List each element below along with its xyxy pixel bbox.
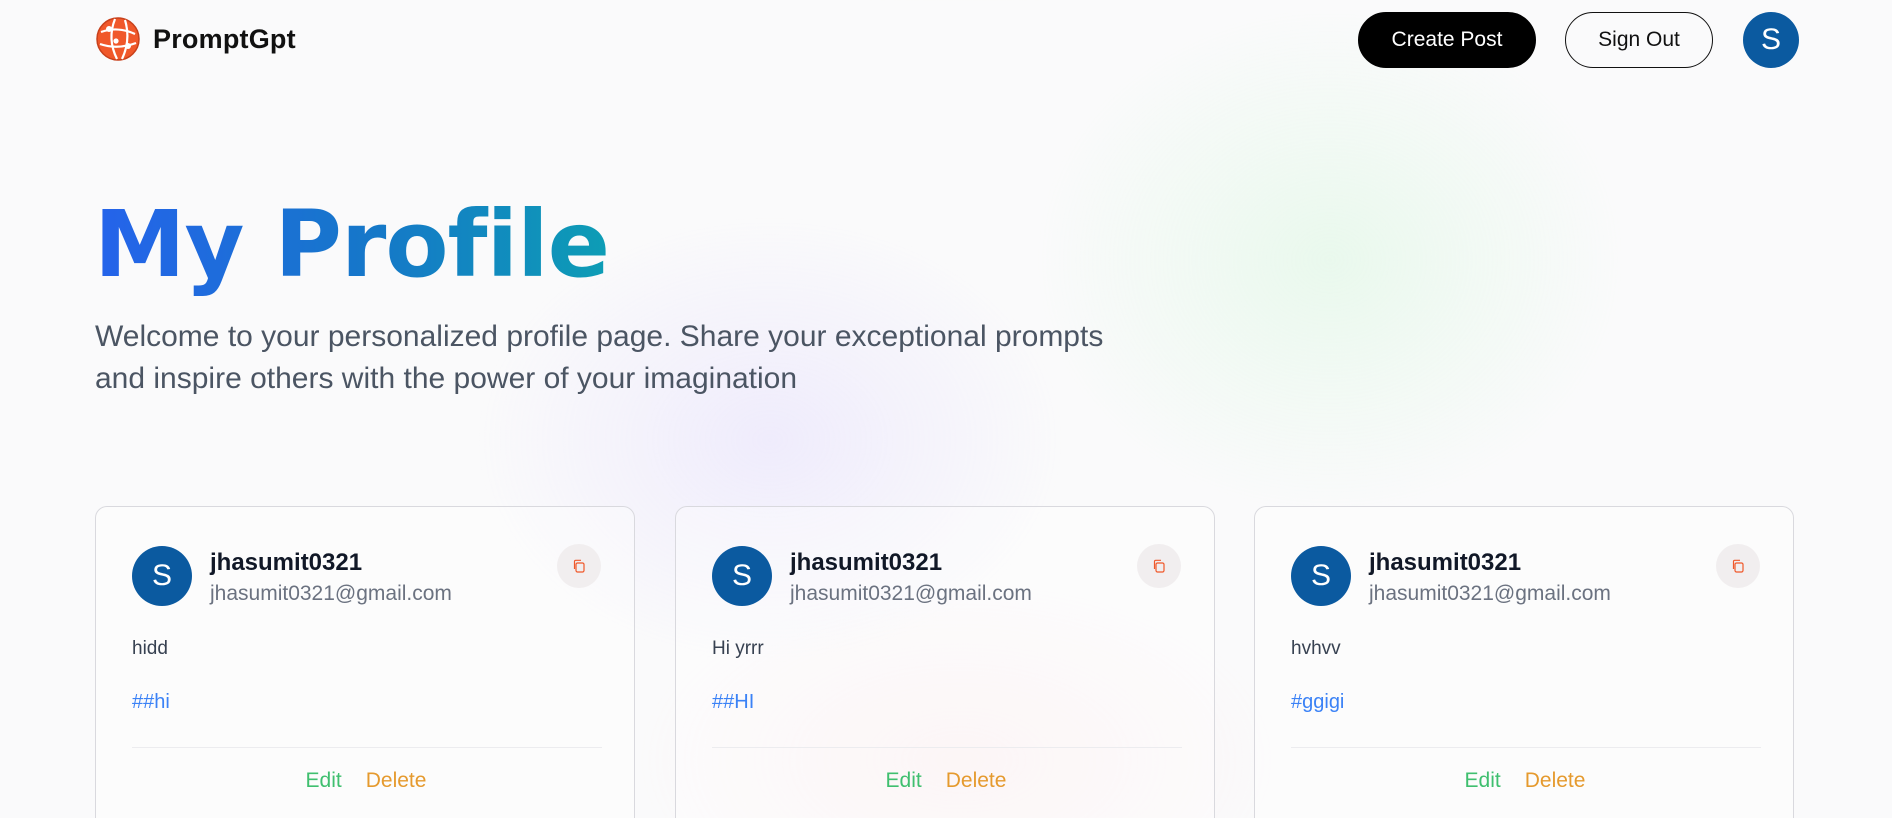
top-navbar: PromptGpt Create Post Sign Out S xyxy=(0,0,1892,80)
copy-icon xyxy=(573,559,585,573)
copy-prompt-button[interactable] xyxy=(1137,544,1181,588)
brand-logo-link[interactable]: PromptGpt xyxy=(95,16,296,62)
card-divider xyxy=(1291,747,1761,748)
post-author-email: jhasumit0321@gmail.com xyxy=(790,582,1032,605)
post-tag[interactable]: #ggigi xyxy=(1291,691,1344,714)
post-author-username[interactable]: jhasumit0321 xyxy=(1369,549,1521,577)
card-divider xyxy=(712,747,1182,748)
prompt-card: S jhasumit0321 jhasumit0321@gmail.com hi… xyxy=(95,506,635,818)
edit-post-link[interactable]: Edit xyxy=(306,769,342,793)
post-author-email: jhasumit0321@gmail.com xyxy=(1369,582,1611,605)
delete-post-link[interactable]: Delete xyxy=(366,769,427,793)
card-actions: Edit Delete xyxy=(1255,769,1795,793)
page-title: My Profile xyxy=(94,191,610,298)
globe-network-icon xyxy=(96,17,140,61)
user-avatar[interactable]: S xyxy=(1743,12,1799,68)
delete-post-link[interactable]: Delete xyxy=(946,769,1007,793)
edit-post-link[interactable]: Edit xyxy=(1465,769,1501,793)
post-author-avatar[interactable]: S xyxy=(132,546,192,606)
post-author-email: jhasumit0321@gmail.com xyxy=(210,582,452,605)
page-description: Welcome to your personalized profile pag… xyxy=(95,320,1104,395)
post-prompt-text: hvhvv xyxy=(1291,638,1341,659)
post-author-avatar[interactable]: S xyxy=(1291,546,1351,606)
copy-prompt-button[interactable] xyxy=(1716,544,1760,588)
card-divider xyxy=(132,747,602,748)
post-author-username[interactable]: jhasumit0321 xyxy=(790,549,942,577)
sign-out-button[interactable]: Sign Out xyxy=(1565,12,1713,68)
card-actions: Edit Delete xyxy=(96,769,636,793)
prompt-card: S jhasumit0321 jhasumit0321@gmail.com hv… xyxy=(1254,506,1794,818)
delete-post-link[interactable]: Delete xyxy=(1525,769,1586,793)
post-prompt-text: Hi yrrr xyxy=(712,638,764,659)
post-author-avatar[interactable]: S xyxy=(712,546,772,606)
post-tag[interactable]: ##hi xyxy=(132,691,170,714)
post-tag[interactable]: ##HI xyxy=(712,691,754,714)
card-actions: Edit Delete xyxy=(676,769,1216,793)
copy-prompt-button[interactable] xyxy=(557,544,601,588)
post-author-username[interactable]: jhasumit0321 xyxy=(210,549,362,577)
create-post-button[interactable]: Create Post xyxy=(1358,12,1536,68)
prompt-card: S jhasumit0321 jhasumit0321@gmail.com Hi… xyxy=(675,506,1215,818)
copy-icon xyxy=(1732,559,1744,573)
brand-name: PromptGpt xyxy=(153,23,296,54)
post-prompt-text: hidd xyxy=(132,638,168,659)
copy-icon xyxy=(1153,559,1165,573)
edit-post-link[interactable]: Edit xyxy=(886,769,922,793)
